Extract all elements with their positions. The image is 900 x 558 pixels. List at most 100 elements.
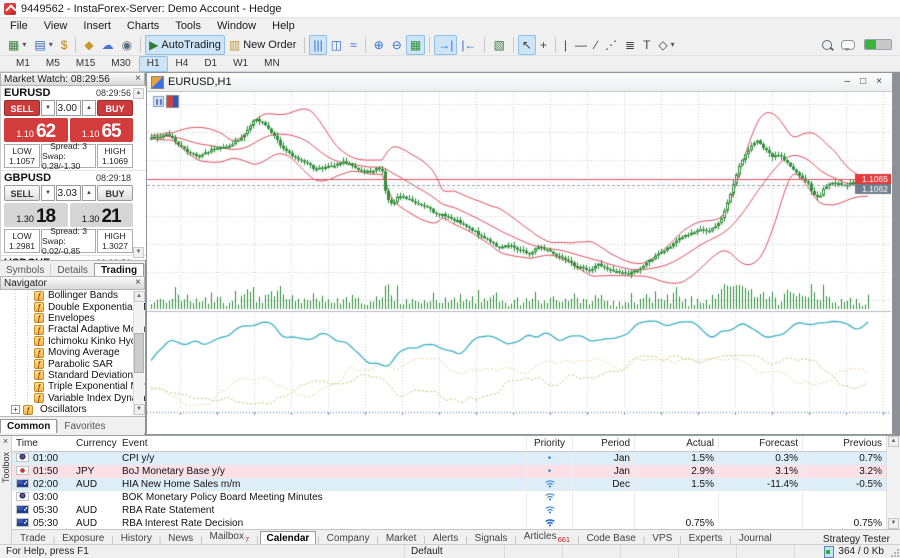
volume-dropdown-icon[interactable]: ▼ <box>41 100 55 116</box>
volume-input[interactable]: 3.00 <box>56 100 81 116</box>
tree-item-double-exponential-moving-average[interactable]: ƒDouble Exponential Moving Average <box>0 301 145 312</box>
zoom-out-button[interactable]: ⊖ <box>388 35 406 55</box>
buy-button[interactable]: BUY <box>97 100 133 116</box>
cursor-button[interactable]: ↖ <box>518 35 536 55</box>
profiles-button[interactable]: ▤▾ <box>30 35 56 55</box>
tab-mailbox[interactable]: Mailbox7 <box>204 530 256 545</box>
signals-button[interactable]: ◉ <box>118 35 136 55</box>
tab-common[interactable]: Common <box>0 419 57 433</box>
fibonacci-button[interactable]: ⋰ <box>601 35 621 55</box>
timeframe-H1[interactable]: H1 <box>139 56 168 72</box>
scroll-down-icon[interactable]: ▼ <box>134 404 145 415</box>
tree-item-moving-average[interactable]: ƒMoving Average <box>0 347 145 358</box>
scroll-up-icon[interactable]: ▲ <box>134 291 145 302</box>
crosshair-button[interactable]: + <box>536 35 551 55</box>
tree-item-parabolic-sar[interactable]: ƒParabolic SAR <box>0 358 145 369</box>
line-mode-button[interactable]: ≈ <box>346 35 361 55</box>
tab-calendar[interactable]: Calendar <box>260 531 317 545</box>
text-tool-button[interactable]: T <box>639 35 654 55</box>
menu-view[interactable]: View <box>36 19 76 33</box>
tab-favorites[interactable]: Favorites <box>57 420 111 433</box>
trend-line-button[interactable]: ∕ <box>591 35 601 55</box>
calendar-row[interactable]: 03:00BOK Monetary Policy Board Meeting M… <box>12 491 886 504</box>
menu-charts[interactable]: Charts <box>119 19 167 33</box>
calendar-row[interactable]: 05:30AUDRBA Rate Statement <box>12 504 886 517</box>
menu-insert[interactable]: Insert <box>75 19 119 33</box>
timeframe-D1[interactable]: D1 <box>196 56 225 72</box>
timeframe-H4[interactable]: H4 <box>168 56 197 72</box>
close-icon[interactable]: × <box>135 278 141 288</box>
vertical-line-button[interactable]: | <box>560 35 571 55</box>
volume-dropdown-icon[interactable]: ▼ <box>41 185 55 201</box>
horizontal-line-button[interactable]: — <box>571 35 591 55</box>
calendar-col-time[interactable]: Time <box>12 436 72 451</box>
ask-price[interactable]: 1.3021 <box>70 203 134 227</box>
minimize-icon[interactable]: – <box>845 74 851 90</box>
calendar-col-currency[interactable]: Currency <box>72 436 118 451</box>
tile-windows-button[interactable]: ▦ <box>406 35 425 55</box>
cycle-charts-button[interactable]: $ <box>57 35 72 55</box>
shapes-button[interactable]: ◇▾ <box>654 35 678 55</box>
calendar-col-event[interactable]: Event <box>118 436 526 451</box>
calendar-col-previous[interactable]: Previous <box>802 436 886 451</box>
chat-icon[interactable] <box>841 40 855 50</box>
calendar-scrollbar[interactable]: ▲ ▼ <box>886 436 900 529</box>
statusbar-profile[interactable]: Default <box>404 545 504 558</box>
tree-item-oscillators[interactable]: +ƒOscillators <box>0 404 145 415</box>
symbol-row[interactable]: GBPUSD08:29:18 <box>4 172 143 184</box>
chart-titlebar[interactable]: EURUSD,H1 – □ × <box>147 73 892 92</box>
autotrading-button[interactable]: ▶AutoTrading <box>145 35 225 55</box>
new-chart-button[interactable]: ▦▾ <box>4 35 30 55</box>
close-icon[interactable]: × <box>876 74 882 90</box>
candles-mode-button[interactable]: ◫ <box>327 35 346 55</box>
timeframe-M1[interactable]: M1 <box>8 56 38 72</box>
scroll-up-icon[interactable]: ▲ <box>133 88 144 99</box>
auto-scroll-button[interactable]: →| <box>434 35 457 55</box>
community-button[interactable]: ☁ <box>98 35 118 55</box>
tab-trading[interactable]: Trading <box>94 263 144 277</box>
maximize-icon[interactable]: □ <box>860 74 866 90</box>
timeframe-W1[interactable]: W1 <box>225 56 256 72</box>
scroll-down-icon[interactable]: ▼ <box>133 247 144 258</box>
volume-input[interactable]: 3.03 <box>56 185 81 201</box>
volume-spin-up-icon[interactable]: ▲ <box>82 185 96 201</box>
tree-item-bollinger-bands[interactable]: ƒBollinger Bands <box>0 290 145 301</box>
new-order-button[interactable]: ▥New Order <box>225 35 301 55</box>
tree-item-fractal-adaptive-moving-average[interactable]: ƒFractal Adaptive Moving Average <box>0 324 145 335</box>
menu-file[interactable]: File <box>2 19 36 33</box>
volume-spin-up-icon[interactable]: ▲ <box>82 100 96 116</box>
resize-grip[interactable] <box>890 546 900 558</box>
scroll-down-icon[interactable]: ▼ <box>888 518 899 529</box>
market-watch-scrollbar[interactable]: ▲ ▼ <box>133 88 144 258</box>
menu-tools[interactable]: Tools <box>167 19 209 33</box>
calendar-row[interactable]: 01:00CPI y/y•Jan1.5%0.3%0.7% <box>12 452 886 465</box>
buy-button[interactable]: BUY <box>97 185 133 201</box>
ask-price[interactable]: 1.1065 <box>70 118 134 142</box>
calendar-row[interactable]: 02:00AUDHIA New Home Sales m/mDec1.5%-11… <box>12 478 886 491</box>
menu-window[interactable]: Window <box>209 19 264 33</box>
calendar-col-forecast[interactable]: Forecast <box>718 436 802 451</box>
indicators-window-button[interactable]: ▧ <box>489 35 508 55</box>
timeframe-MN[interactable]: MN <box>256 56 288 72</box>
sell-button[interactable]: SELL <box>4 100 40 116</box>
navigator-scrollbar[interactable]: ▲ ▼ <box>133 291 144 415</box>
close-icon[interactable]: × <box>0 436 11 446</box>
timeframe-M5[interactable]: M5 <box>38 56 68 72</box>
sell-button[interactable]: SELL <box>4 185 40 201</box>
tab-articles[interactable]: Articles661 <box>518 530 576 545</box>
calendar-col-priority[interactable]: Priority <box>526 436 572 451</box>
zoom-in-button[interactable]: ⊕ <box>370 35 388 55</box>
tree-item-variable-index-dynamic-average[interactable]: ƒVariable Index Dynamic Average <box>0 393 145 404</box>
scrollbar-thumb[interactable] <box>134 333 144 373</box>
close-icon[interactable]: × <box>135 74 141 84</box>
price-chart-canvas[interactable] <box>147 92 891 433</box>
search-icon[interactable] <box>822 40 832 50</box>
calendar-row[interactable]: 05:30AUDRBA Interest Rate Decision0.75%0… <box>12 517 886 529</box>
bars-mode-button[interactable]: ||| <box>309 35 326 55</box>
symbol-row[interactable]: EURUSD08:29:56 <box>4 87 143 99</box>
expand-icon[interactable]: + <box>11 405 20 414</box>
chart-shift-button[interactable]: |← <box>457 35 480 55</box>
timeframe-M30[interactable]: M30 <box>103 56 138 72</box>
bid-price[interactable]: 1.3018 <box>4 203 68 227</box>
calendar-col-period[interactable]: Period <box>572 436 634 451</box>
